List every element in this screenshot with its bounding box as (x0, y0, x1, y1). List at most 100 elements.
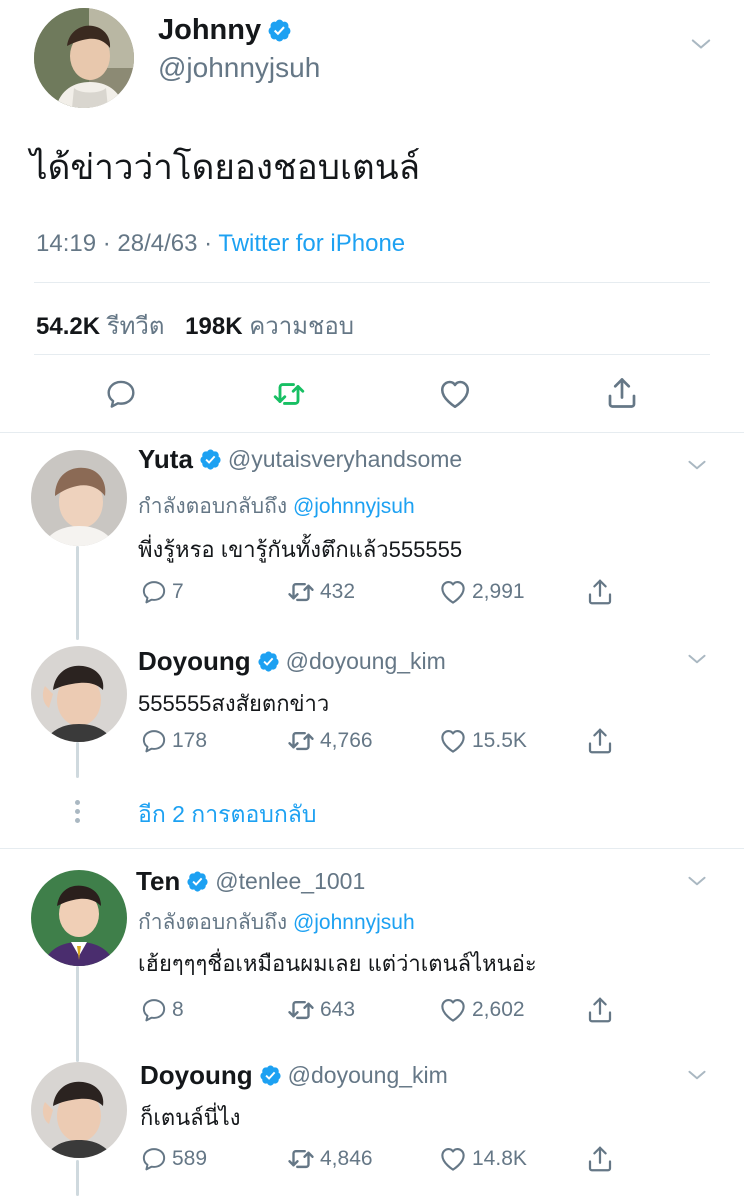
chevron-down-icon[interactable] (684, 868, 710, 894)
main-author-handle[interactable]: @johnnyjsuh (158, 52, 320, 84)
reply-action[interactable]: 589 (140, 1145, 207, 1173)
retweet-icon (286, 995, 316, 1025)
thread-line (76, 742, 79, 778)
share-icon[interactable] (604, 375, 640, 411)
chevron-down-icon[interactable] (684, 646, 710, 672)
likes-label[interactable]: ความชอบ (249, 313, 354, 340)
like-icon (438, 726, 468, 756)
meta-separator: · (102, 230, 111, 257)
more-dot (75, 818, 80, 823)
tweet-stats: 54.2K รีทวีต 198K ความชอบ (36, 306, 354, 345)
reply-count: 589 (172, 1147, 208, 1170)
like-action[interactable]: 15.5K (438, 726, 527, 756)
reply-icon (140, 1145, 168, 1173)
like-icon (438, 1144, 468, 1174)
retweet-icon (286, 726, 316, 756)
replying-to-prefix: กำลังตอบกลับถึง (138, 495, 288, 518)
reply-icon (140, 996, 168, 1024)
avatar-doyoung[interactable] (31, 1062, 127, 1158)
retweets-count[interactable]: 54.2K (36, 313, 100, 340)
reply-text: ก็เตนล์นี่ไง (140, 1105, 241, 1130)
show-more-replies-link[interactable]: อีก 2 การตอบกลับ (138, 797, 316, 833)
verified-badge-icon (199, 448, 222, 471)
like-action[interactable]: 14.8K (438, 1144, 527, 1174)
like-action[interactable]: 2,602 (438, 995, 525, 1025)
verified-badge-icon (267, 18, 292, 43)
retweet-action[interactable]: 643 (286, 995, 355, 1025)
mention-link[interactable]: @johnnyjsuh (293, 495, 415, 518)
reply-text: พี่งรู้หรอ เขารู้กันทั้งตึกแล้ว555555 (138, 537, 463, 562)
avatar-johnny[interactable] (34, 8, 134, 108)
retweet-action[interactable]: 432 (286, 577, 355, 607)
reply-text: เฮ้ยๆๆๆชื่อเหมือนผมเลย แต่ว่าเตนล์ไหนอ่ะ (138, 951, 537, 976)
reply-count: 178 (172, 729, 208, 752)
verified-badge-icon (186, 870, 209, 893)
main-tweet-text: ได้ข่าวว่าโดยองชอบเตนล์ (30, 148, 421, 187)
like-count: 15.5K (472, 729, 527, 752)
divider (0, 848, 744, 849)
like-icon[interactable] (437, 376, 473, 412)
reply-icon (140, 727, 168, 755)
replying-to-line: กำลังตอบกลับถึง @johnnyjsuh (138, 906, 415, 939)
reply-icon (140, 578, 168, 606)
author-handle: @doyoung_kim (285, 648, 446, 674)
reply-author-name[interactable]: Doyoung @doyoung_kim (140, 1060, 448, 1091)
tweet-date: 28/4/63 (117, 230, 198, 257)
tweet-time: 14:19 (36, 230, 97, 257)
like-action[interactable]: 2,991 (438, 577, 525, 607)
thread-line (76, 546, 79, 640)
chevron-down-icon[interactable] (684, 452, 710, 478)
main-author-name[interactable]: Johnny (158, 14, 292, 47)
retweet-count: 4,846 (320, 1147, 373, 1170)
author-name-text: Doyoung (138, 646, 251, 676)
mention-link[interactable]: @johnnyjsuh (293, 911, 415, 934)
retweet-icon (286, 1144, 316, 1174)
avatar-doyoung[interactable] (31, 646, 127, 742)
share-icon[interactable] (585, 995, 615, 1025)
retweet-count: 643 (320, 998, 356, 1021)
likes-count[interactable]: 198K (185, 313, 242, 340)
reply-author-name[interactable]: Doyoung @doyoung_kim (138, 646, 446, 677)
share-icon[interactable] (585, 1144, 615, 1174)
reply-action[interactable]: 178 (140, 727, 207, 755)
share-icon[interactable] (585, 726, 615, 756)
like-icon (438, 995, 468, 1025)
retweet-action[interactable]: 4,846 (286, 1144, 373, 1174)
chevron-down-icon[interactable] (687, 30, 715, 58)
author-name-text: Yuta (138, 444, 193, 474)
like-icon (438, 577, 468, 607)
reply-count: 7 (172, 580, 184, 603)
retweet-action[interactable]: 4,766 (286, 726, 373, 756)
like-count: 2,602 (472, 998, 525, 1021)
like-count: 14.8K (472, 1147, 527, 1170)
reply-author-name[interactable]: Yuta @yutaisveryhandsome (138, 444, 462, 475)
verified-badge-icon (257, 650, 280, 673)
retweet-icon[interactable] (271, 376, 307, 412)
author-handle: @yutaisveryhandsome (227, 446, 463, 472)
replying-to-prefix: กำลังตอบกลับถึง (138, 911, 288, 934)
reply-action[interactable]: 8 (140, 996, 184, 1024)
meta-separator: · (204, 230, 213, 257)
tweet-meta: 14:19 · 28/4/63 · Twitter for iPhone (36, 230, 405, 258)
reply-action[interactable]: 7 (140, 578, 184, 606)
avatar-yuta[interactable] (31, 450, 127, 546)
reply-text: 555555สงสัยตกข่าว (138, 691, 330, 716)
reply-count: 8 (172, 998, 184, 1021)
divider (0, 432, 744, 433)
retweet-icon (286, 577, 316, 607)
author-name-text: Johnny (158, 14, 262, 46)
chevron-down-icon[interactable] (684, 1062, 710, 1088)
thread-line (76, 1160, 79, 1196)
reply-icon[interactable] (104, 377, 138, 411)
divider (34, 354, 710, 355)
share-icon[interactable] (585, 577, 615, 607)
retweets-label[interactable]: รีทวีต (107, 313, 165, 340)
verified-badge-icon (259, 1064, 282, 1087)
author-name-text: Doyoung (140, 1060, 253, 1090)
avatar-ten[interactable] (31, 870, 127, 966)
like-count: 2,991 (472, 580, 525, 603)
thread-line (76, 966, 79, 1062)
tweet-source-link[interactable]: Twitter for iPhone (218, 230, 405, 257)
retweet-count: 4,766 (320, 729, 373, 752)
reply-author-name[interactable]: Ten @tenlee_1001 (136, 866, 365, 897)
